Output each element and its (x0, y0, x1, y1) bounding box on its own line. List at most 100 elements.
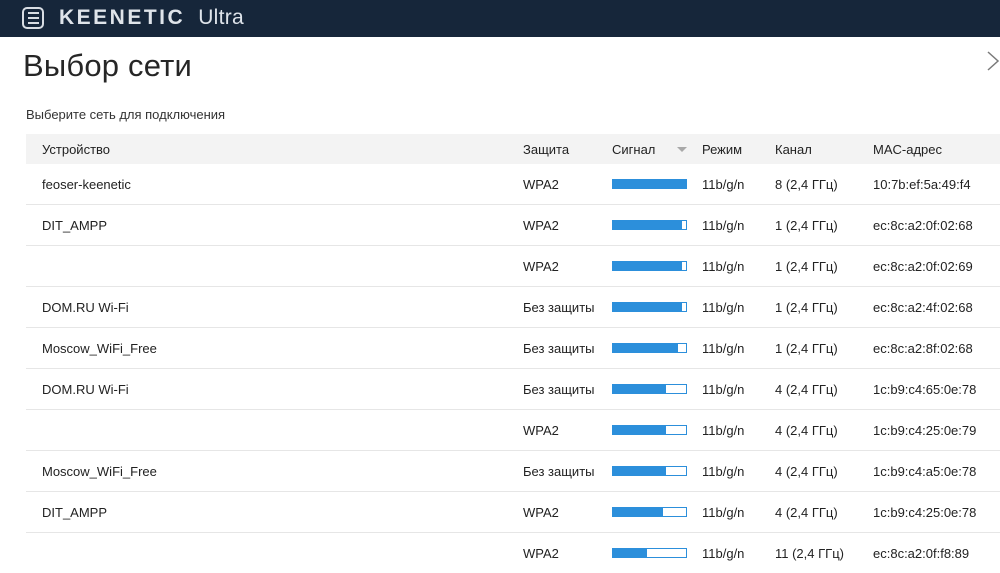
column-header-mode[interactable]: Режим (702, 134, 742, 164)
page-subtitle: Выберите сеть для подключения (26, 107, 226, 122)
signal-bar (612, 261, 687, 271)
table-row[interactable]: DOM.RU Wi-Fi Без защиты 11b/g/n 1 (2,4 ГГц)… (26, 287, 1000, 328)
signal-bar-fill (613, 549, 648, 557)
mac-address: 1c:b9:c4:25:0e:78 (873, 504, 977, 520)
mac-address: ec:8c:a2:4f:02:68 (873, 299, 973, 315)
column-header-mac[interactable]: MAC-адрес (873, 134, 942, 164)
signal-bar (612, 179, 687, 189)
mac-address: ec:8c:a2:0f:02:68 (873, 217, 973, 233)
security-type: WPA2 (523, 258, 559, 274)
device-name: DOM.RU Wi-Fi (42, 299, 129, 315)
table-row[interactable]: DIT_AMPP WPA2 11b/g/n 4 (2,4 ГГц) 1c:b9:c4:2… (26, 492, 1000, 533)
signal-cell (612, 492, 687, 532)
table-body: feoser-keenetic WPA2 11b/g/n 8 (2,4 ГГц) 10:… (26, 164, 1000, 573)
column-header-channel[interactable]: Канал (775, 134, 812, 164)
signal-cell (612, 205, 687, 245)
channel: 4 (2,4 ГГц) (775, 504, 838, 520)
security-type: WPA2 (523, 504, 559, 520)
signal-cell (612, 410, 687, 450)
table-row[interactable]: WPA2 11b/g/n 1 (2,4 ГГц) ec:8c:a2:0f:02:69 (26, 246, 1000, 287)
wifi-mode: 11b/g/n (702, 422, 745, 438)
signal-bar-fill (613, 385, 667, 393)
channel: 1 (2,4 ГГц) (775, 217, 838, 233)
signal-bar (612, 425, 687, 435)
channel: 8 (2,4 ГГц) (775, 176, 838, 192)
signal-cell (612, 533, 687, 573)
security-type: WPA2 (523, 176, 559, 192)
signal-bar (612, 466, 687, 476)
signal-cell (612, 328, 687, 368)
signal-bar-fill (613, 467, 667, 475)
security-type: WPA2 (523, 217, 559, 233)
device-name: Moscow_WiFi_Free (42, 463, 157, 479)
security-type: Без защиты (523, 299, 595, 315)
signal-bar (612, 220, 687, 230)
device-name: Moscow_WiFi_Free (42, 340, 157, 356)
brand-model: Ultra (198, 6, 245, 29)
mac-address: 1c:b9:c4:25:0e:79 (873, 422, 977, 438)
device-name: DIT_AMPP (42, 217, 108, 233)
wifi-mode: 11b/g/n (702, 258, 745, 274)
table-row[interactable]: feoser-keenetic WPA2 11b/g/n 8 (2,4 ГГц) 10:… (26, 164, 1000, 205)
wifi-mode: 11b/g/n (702, 545, 745, 561)
mac-address: 1c:b9:c4:a5:0e:78 (873, 463, 977, 479)
top-bar: KEENETIC Ultra (0, 0, 1000, 37)
sort-desc-icon[interactable] (677, 147, 687, 152)
table-row[interactable]: WPA2 11b/g/n 4 (2,4 ГГц) 1c:b9:c4:25:0e:79 (26, 410, 1000, 451)
signal-bar-fill (613, 262, 683, 270)
channel: 4 (2,4 ГГц) (775, 381, 838, 397)
menu-icon[interactable] (22, 7, 44, 29)
wifi-mode: 11b/g/n (702, 504, 745, 520)
brand-logo: KEENETIC Ultra (59, 4, 244, 32)
wifi-mode: 11b/g/n (702, 340, 745, 356)
wifi-mode: 11b/g/n (702, 381, 745, 397)
page-title: Выбор сети (23, 48, 193, 83)
signal-bar (612, 343, 687, 353)
security-type: WPA2 (523, 545, 559, 561)
column-header-device[interactable]: Устройство (42, 134, 110, 164)
signal-bar-fill (613, 508, 663, 516)
channel: 1 (2,4 ГГц) (775, 299, 838, 315)
column-header-security[interactable]: Защита (523, 134, 569, 164)
channel: 4 (2,4 ГГц) (775, 463, 838, 479)
networks-table: Устройство Защита Сигнал Режим Канал MAC… (26, 134, 1000, 573)
wifi-mode: 11b/g/n (702, 299, 745, 315)
security-type: Без защиты (523, 463, 595, 479)
signal-cell (612, 451, 687, 491)
signal-cell (612, 246, 687, 286)
mac-address: 10:7b:ef:5a:49:f4 (873, 176, 971, 192)
security-type: Без защиты (523, 340, 595, 356)
signal-bar (612, 507, 687, 517)
chevron-right-icon[interactable] (986, 50, 1000, 72)
table-row[interactable]: DIT_AMPP WPA2 11b/g/n 1 (2,4 ГГц) ec:8c:a2:0… (26, 205, 1000, 246)
signal-bar (612, 384, 687, 394)
signal-bar-fill (613, 221, 683, 229)
mac-address: ec:8c:a2:0f:f8:89 (873, 545, 970, 561)
mac-address: ec:8c:a2:0f:02:69 (873, 258, 973, 274)
table-row[interactable]: Moscow_WiFi_Free Без защиты 11b/g/n 1 (2,4 … (26, 328, 1000, 369)
signal-bar-fill (613, 344, 678, 352)
signal-cell (612, 164, 687, 204)
signal-bar (612, 548, 687, 558)
device-name: feoser-keenetic (42, 176, 131, 192)
table-header: Устройство Защита Сигнал Режим Канал MAC… (26, 134, 1000, 164)
channel: 1 (2,4 ГГц) (775, 258, 838, 274)
signal-bar (612, 302, 687, 312)
brand-name: KEENETIC (59, 6, 186, 29)
signal-cell (612, 287, 687, 327)
wifi-mode: 11b/g/n (702, 463, 745, 479)
security-type: Без защиты (523, 381, 595, 397)
table-row[interactable]: WPA2 11b/g/n 11 (2,4 ГГц) ec:8c:a2:0f:f8:89 (26, 533, 1000, 573)
column-header-signal[interactable]: Сигнал (612, 134, 655, 164)
signal-cell (612, 369, 687, 409)
channel: 4 (2,4 ГГц) (775, 422, 838, 438)
wifi-mode: 11b/g/n (702, 176, 745, 192)
device-name: DIT_AMPP (42, 504, 108, 520)
mac-address: ec:8c:a2:8f:02:68 (873, 340, 973, 356)
device-name: DOM.RU Wi-Fi (42, 381, 129, 397)
table-row[interactable]: DOM.RU Wi-Fi Без защиты 11b/g/n 4 (2,4 ГГц)… (26, 369, 1000, 410)
security-type: WPA2 (523, 422, 559, 438)
table-row[interactable]: Moscow_WiFi_Free Без защиты 11b/g/n 4 (2,4 … (26, 451, 1000, 492)
signal-bar-fill (613, 303, 683, 311)
signal-bar-fill (613, 180, 686, 188)
